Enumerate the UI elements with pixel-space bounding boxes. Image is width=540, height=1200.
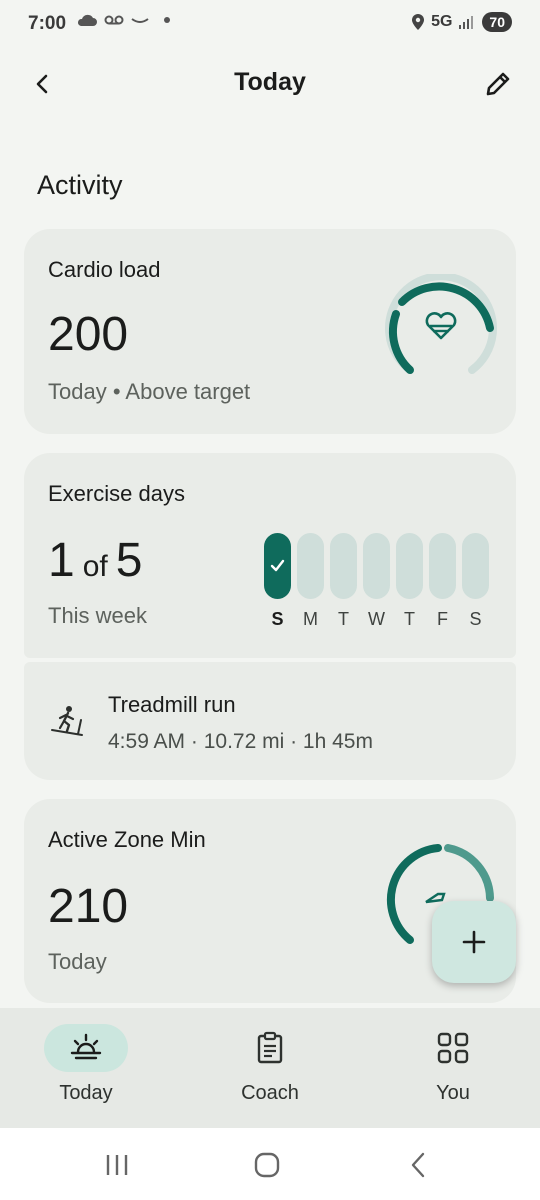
edit-pencil-icon[interactable] bbox=[480, 66, 516, 102]
workout-name: Treadmill run bbox=[108, 692, 236, 717]
nav-coach-pill bbox=[228, 1024, 312, 1072]
exercise-days-count: 1 of 5 bbox=[48, 533, 142, 588]
section-title-activity: Activity bbox=[37, 170, 123, 200]
day-column: T bbox=[330, 533, 357, 630]
cardio-load-ring bbox=[385, 274, 497, 374]
more-notifications-dot-icon bbox=[164, 17, 170, 23]
day-letter: W bbox=[368, 609, 385, 629]
day-letter: T bbox=[338, 609, 349, 629]
exercise-days-of: of bbox=[82, 550, 108, 583]
battery-badge: 70 bbox=[482, 12, 512, 32]
day-letter: S bbox=[271, 609, 284, 629]
day-column: S bbox=[264, 533, 291, 630]
voicemail-icon bbox=[104, 15, 124, 25]
week-day-bars: SMTWTFS bbox=[264, 533, 489, 630]
nav-today-label: Today bbox=[59, 1082, 113, 1104]
location-icon bbox=[412, 14, 425, 30]
day-column: S bbox=[462, 533, 489, 630]
cloud-icon bbox=[77, 14, 97, 26]
cardio-load-value: 200 bbox=[48, 308, 129, 361]
day-letter: M bbox=[303, 609, 318, 629]
exercise-days-label: Exercise days bbox=[48, 481, 185, 506]
day-column: W bbox=[363, 533, 390, 630]
azm-subtitle: Today bbox=[48, 949, 107, 974]
nav-coach[interactable]: Coach bbox=[205, 1024, 335, 1105]
day-letter: S bbox=[469, 609, 482, 629]
page-title: Today bbox=[234, 68, 306, 96]
day-bar-empty bbox=[330, 533, 357, 599]
app-header: Today bbox=[0, 60, 540, 108]
signal-icon bbox=[459, 16, 474, 29]
check-icon bbox=[270, 559, 285, 572]
nav-today[interactable]: Today bbox=[21, 1024, 151, 1105]
day-letter: F bbox=[437, 609, 448, 629]
nav-you[interactable]: You bbox=[388, 1024, 518, 1105]
nav-you-label: You bbox=[436, 1082, 470, 1104]
heart-icon bbox=[425, 312, 457, 340]
treadmill-icon bbox=[51, 706, 83, 736]
bottom-nav: Today Coach You bbox=[0, 1008, 540, 1128]
azm-value: 210 bbox=[48, 880, 129, 933]
plus-icon bbox=[462, 930, 486, 954]
cardio-load-card[interactable]: Cardio load 200 Today • Above target bbox=[24, 229, 516, 434]
nav-today-pill bbox=[44, 1024, 128, 1072]
network-type: 5G bbox=[431, 13, 453, 30]
day-bar-empty bbox=[363, 533, 390, 599]
sunrise-icon bbox=[70, 1033, 102, 1060]
day-letter: T bbox=[404, 609, 415, 629]
workout-detail: 4:59 AM · 10.72 mi · 1h 45m bbox=[108, 730, 373, 753]
zone-arrows-icon bbox=[425, 892, 446, 904]
day-bar-completed bbox=[264, 533, 291, 599]
nav-you-pill bbox=[411, 1024, 495, 1072]
day-bar-empty bbox=[297, 533, 324, 599]
add-fab-button[interactable] bbox=[432, 901, 516, 983]
status-time: 7:00 bbox=[28, 13, 67, 34]
workout-card[interactable]: Treadmill run 4:59 AM · 10.72 mi · 1h 45… bbox=[24, 662, 516, 780]
nav-coach-label: Coach bbox=[241, 1082, 299, 1104]
recent-apps-icon[interactable] bbox=[102, 1150, 132, 1180]
notification-icons bbox=[76, 12, 170, 28]
cardio-load-subtitle: Today • Above target bbox=[48, 379, 251, 404]
exercise-days-goal: 5 bbox=[115, 534, 143, 587]
home-icon[interactable] bbox=[252, 1150, 282, 1180]
day-column: F bbox=[429, 533, 456, 630]
status-bar: 7:00 5G 70 bbox=[0, 0, 540, 50]
day-column: M bbox=[297, 533, 324, 630]
system-nav-bar bbox=[0, 1128, 540, 1200]
amazon-smile-icon bbox=[131, 18, 149, 23]
azm-label: Active Zone Min bbox=[48, 827, 206, 852]
exercise-days-done: 1 bbox=[48, 534, 75, 587]
exercise-days-subtitle: This week bbox=[48, 603, 148, 628]
screen: 7:00 5G 70 Today Activity Cardio load 20… bbox=[0, 0, 540, 1200]
day-bar-empty bbox=[429, 533, 456, 599]
exercise-days-card[interactable]: Exercise days 1 of 5 This week SMTWTFS bbox=[24, 453, 516, 658]
system-back-icon[interactable] bbox=[404, 1150, 434, 1180]
day-column: T bbox=[396, 533, 423, 630]
cardio-load-label: Cardio load bbox=[48, 257, 161, 282]
day-bar-empty bbox=[396, 533, 423, 599]
day-bar-empty bbox=[462, 533, 489, 599]
status-right: 5G 70 bbox=[411, 12, 512, 32]
grid-icon bbox=[437, 1032, 469, 1064]
clipboard-icon bbox=[257, 1031, 283, 1064]
